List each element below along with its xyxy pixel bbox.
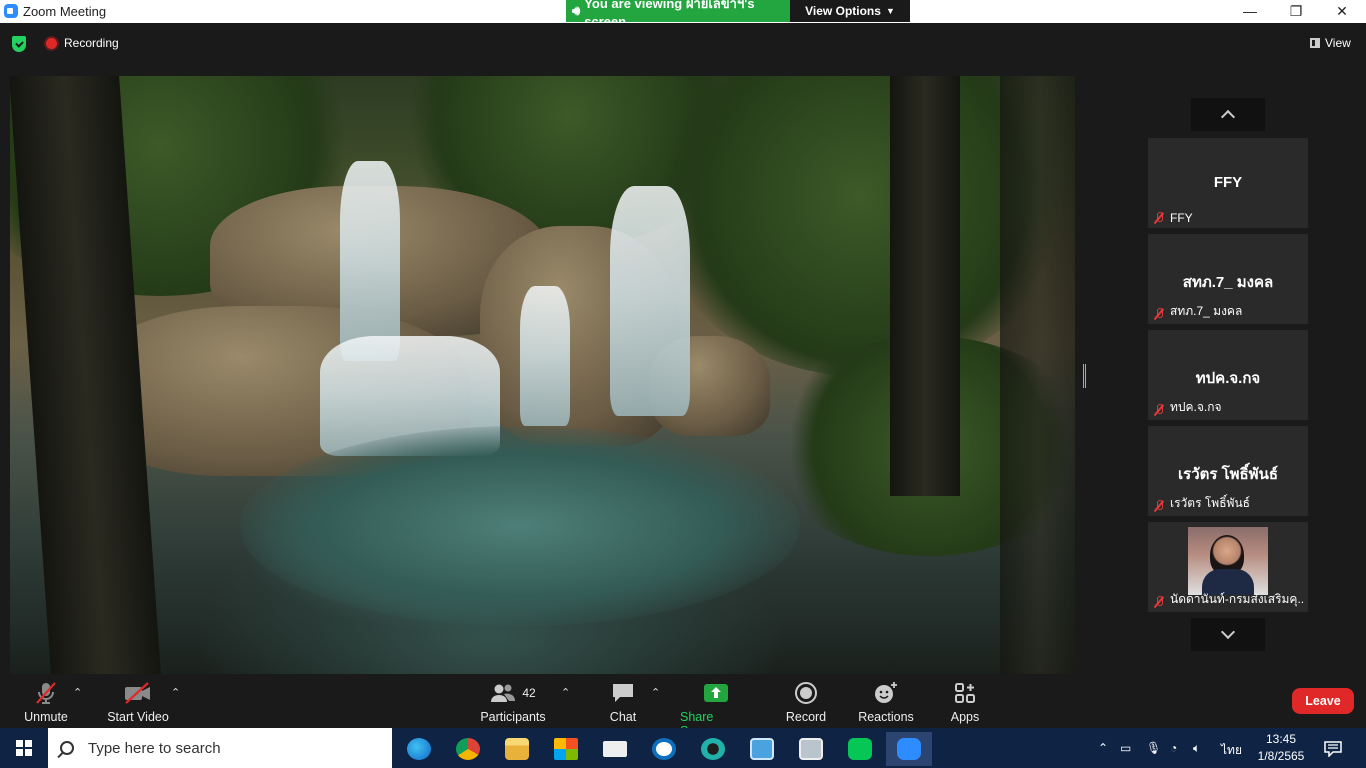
security-shield-icon[interactable]	[12, 36, 26, 52]
participant-display-name: FFY	[1213, 174, 1243, 191]
close-button[interactable]: ✕	[1319, 0, 1365, 22]
store-icon[interactable]	[543, 732, 589, 766]
view-button[interactable]: View	[1310, 36, 1351, 50]
participant-video	[1188, 527, 1268, 595]
mic-muted-icon	[1154, 308, 1164, 320]
clock-time: 13:45	[1265, 732, 1297, 746]
volume-icon[interactable]: 🔈︎	[1193, 741, 1200, 756]
remote-desktop-icon[interactable]	[739, 732, 785, 766]
webex-icon[interactable]	[690, 732, 736, 766]
input-language[interactable]: ไทย	[1221, 741, 1242, 760]
apps-icon	[954, 681, 976, 705]
mic-muted-icon	[1154, 596, 1164, 608]
reactions-icon	[873, 681, 899, 705]
photos-icon[interactable]	[788, 732, 834, 766]
chat-options-caret[interactable]: ⌃	[651, 686, 660, 699]
recording-label: Recording	[64, 36, 119, 50]
participants-button[interactable]: 42 Participants	[480, 681, 546, 724]
show-hidden-icons-chevron-icon[interactable]: ⌃	[1098, 741, 1108, 755]
clock-date: 1/8/2565	[1257, 749, 1305, 763]
record-label: Record	[785, 710, 827, 724]
participants-icon	[491, 684, 516, 702]
participant-display-name: เรวัตร โพธิ์พันธ์	[1178, 466, 1278, 483]
reactions-label: Reactions	[858, 710, 914, 724]
participant-caption: ทปค.จ.กจ	[1170, 400, 1222, 414]
mail-icon[interactable]	[592, 732, 638, 766]
microphone-icon[interactable]: 🎙︎	[1146, 741, 1161, 755]
participant-caption: เรวัตร โพธิ์พันธ์	[1170, 496, 1250, 510]
participant-caption: FFY	[1170, 211, 1193, 225]
apps-button[interactable]: Apps	[948, 681, 982, 724]
file-explorer-icon[interactable]	[494, 732, 540, 766]
chevron-down-icon	[1220, 624, 1236, 640]
wifi-icon[interactable]: ◔	[1170, 741, 1177, 755]
unmute-button[interactable]: Unmute	[22, 681, 70, 724]
participants-label: Participants	[480, 710, 546, 724]
start-video-label: Start Video	[107, 710, 169, 724]
participant-caption: สทภ.7_ มงคล	[1170, 304, 1243, 318]
view-options-label: View Options	[805, 4, 881, 18]
shared-screen-video	[10, 76, 1075, 674]
windows-logo-icon	[16, 740, 32, 756]
scroll-up-button[interactable]	[1191, 98, 1265, 131]
video-options-caret[interactable]: ⌃	[171, 686, 180, 699]
participant-tile[interactable]: เรวัตร โพธิ์พันธ์ เรวัตร โพธิ์พันธ์	[1148, 426, 1308, 516]
search-icon	[60, 741, 74, 755]
apps-label: Apps	[950, 710, 980, 724]
reactions-button[interactable]: Reactions	[858, 681, 914, 724]
mic-muted-icon	[1154, 404, 1164, 416]
search-placeholder: Type here to search	[88, 739, 221, 757]
viewing-banner: 🔊︎ You are viewing ฝ่ายเลขาฯ's screen	[566, 0, 790, 29]
chevron-down-icon: ▼	[885, 6, 895, 16]
chevron-up-icon	[1220, 109, 1236, 125]
participant-tile[interactable]: สทภ.7_ มงคล สทภ.7_ มงคล	[1148, 234, 1308, 324]
record-icon	[794, 681, 818, 705]
edge-icon[interactable]	[396, 732, 442, 766]
minimize-button[interactable]: —	[1227, 0, 1273, 22]
participant-tile[interactable]: ทปค.จ.กจ ทปค.จ.กจ	[1148, 330, 1308, 420]
view-grid-icon	[1310, 38, 1320, 48]
view-label: View	[1325, 36, 1351, 50]
zoom-app-icon	[4, 4, 18, 18]
mic-muted-icon	[1154, 500, 1164, 512]
participants-count: 42	[522, 686, 536, 700]
unmute-label: Unmute	[24, 710, 68, 724]
taskbar-clock[interactable]: 13:45 1/8/2565	[1256, 731, 1306, 765]
notifications-button[interactable]	[1318, 738, 1348, 760]
battery-icon[interactable]: ▭	[1120, 741, 1131, 755]
audio-options-caret[interactable]: ⌃	[73, 686, 82, 699]
recording-dot-icon	[46, 38, 57, 49]
participant-caption: นัดดานันท์-กรมส่งเสริมคุ...	[1170, 592, 1304, 606]
participant-tile[interactable]: FFY FFY	[1148, 138, 1308, 228]
participants-options-caret[interactable]: ⌃	[561, 686, 570, 699]
chat-label: Chat	[609, 710, 637, 724]
participant-tile[interactable]: นัดดานันท์-กรมส่งเสริมคุ...	[1148, 522, 1308, 612]
scroll-down-button[interactable]	[1191, 618, 1265, 651]
start-video-button[interactable]: Start Video	[106, 681, 170, 724]
participant-display-name: สทภ.7_ มงคล	[1182, 274, 1274, 291]
video-off-icon	[123, 681, 153, 705]
chrome-icon[interactable]	[445, 732, 491, 766]
speaker-icon: 🔊︎	[572, 3, 581, 18]
zoom-icon[interactable]	[886, 732, 932, 766]
panel-resize-handle[interactable]	[1083, 364, 1086, 388]
participant-display-name: ทปค.จ.กจ	[1195, 370, 1261, 387]
taskbar-search-box[interactable]: Type here to search	[48, 728, 392, 768]
mic-muted-icon	[33, 681, 59, 705]
share-screen-icon	[703, 681, 729, 705]
chat-icon	[611, 681, 635, 705]
notification-icon	[1324, 741, 1342, 757]
maximize-button[interactable]: ❐	[1273, 0, 1319, 22]
mic-muted-icon	[1154, 212, 1164, 224]
window-title: Zoom Meeting	[23, 4, 107, 19]
view-options-button[interactable]: View Options ▼	[790, 0, 910, 22]
chat-button[interactable]: Chat	[606, 681, 640, 724]
line-icon[interactable]	[837, 732, 883, 766]
start-button[interactable]	[0, 728, 48, 768]
leave-button[interactable]: Leave	[1292, 688, 1354, 714]
record-button[interactable]: Record	[785, 681, 827, 724]
skype-icon[interactable]	[641, 732, 687, 766]
participants-icon-group: 42	[490, 681, 536, 705]
